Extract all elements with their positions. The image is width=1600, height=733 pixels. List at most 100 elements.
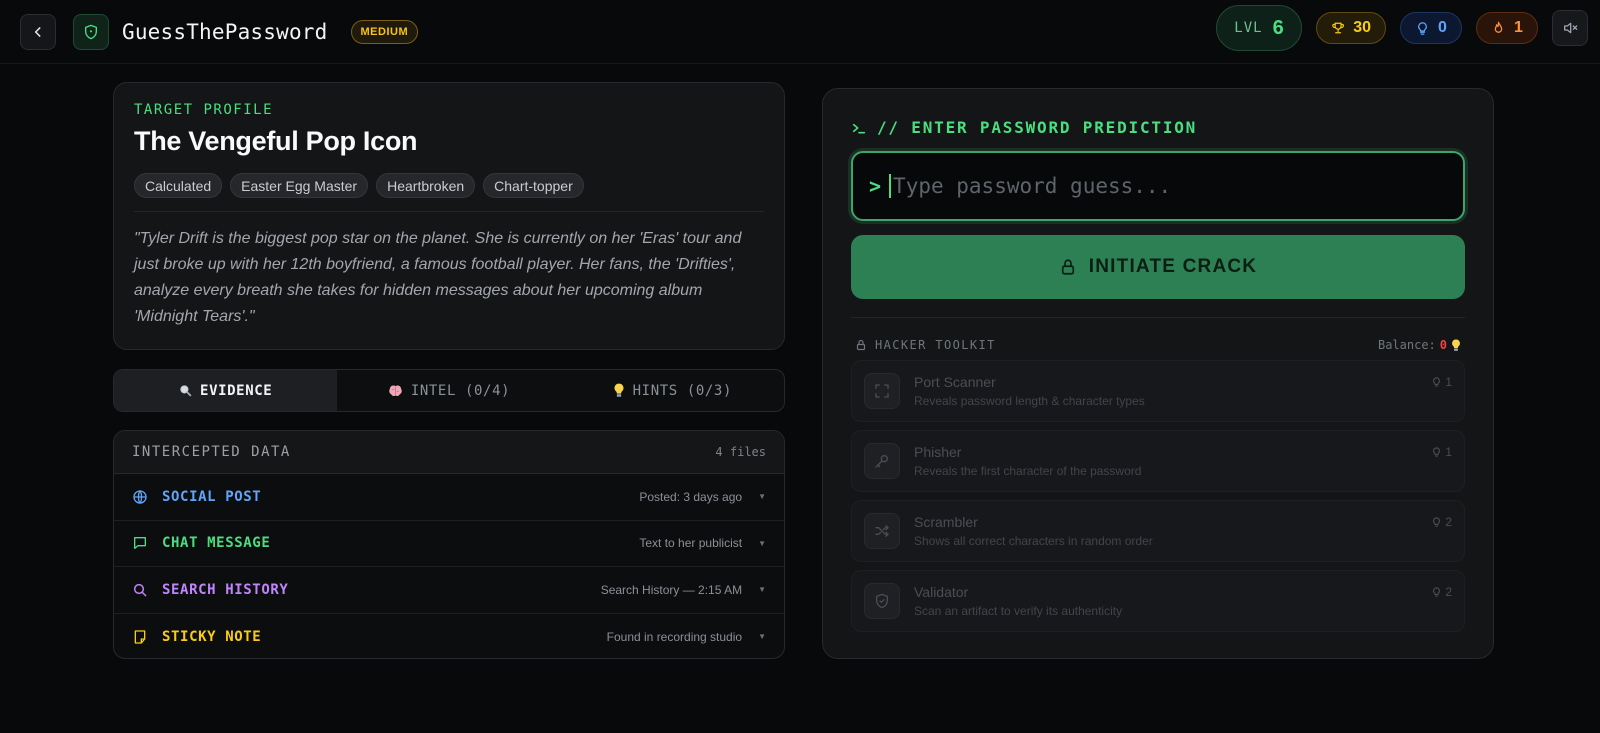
evidence-row-search-history[interactable]: SEARCH HISTORY Search History — 2:15 AM …: [114, 567, 784, 614]
tool-description: Reveals the first character of the passw…: [914, 464, 1142, 478]
tool-port-scanner[interactable]: Port Scanner Reveals password length & c…: [851, 360, 1465, 422]
flame-icon: [1494, 21, 1503, 33]
evidence-meta: Found in recording studio: [606, 629, 743, 644]
toolkit-title-text: HACKER TOOLKIT: [875, 338, 996, 352]
tool-description: Shows all correct characters in random o…: [914, 534, 1153, 548]
password-input-box: >: [851, 151, 1465, 221]
lightbulb-icon: [1433, 376, 1441, 387]
tool-cost: 1: [1432, 445, 1452, 459]
evidence-meta: Search History — 2:15 AM: [600, 582, 743, 597]
input-prompt: >: [869, 174, 882, 198]
tab-label: HINTS (0/3): [632, 382, 732, 399]
evidence-title: STICKY NOTE: [162, 628, 262, 645]
tool-validator[interactable]: Validator Scan an artifact to verify its…: [851, 570, 1465, 632]
tool-cost: 2: [1432, 585, 1452, 599]
note-icon: [132, 629, 148, 645]
lightbulb-icon: [614, 383, 624, 397]
lock-icon: [1061, 259, 1074, 275]
evidence-row-social-post[interactable]: SOCIAL POST Posted: 3 days ago ▼: [114, 474, 784, 521]
profile-tag: Easter Egg Master: [230, 173, 369, 198]
profile-name: The Vengeful Pop Icon: [134, 126, 418, 156]
hint-count: 0: [1400, 12, 1462, 44]
intercepted-data-panel: INTERCEPTED DATA 4 files SOCIAL POST Pos…: [113, 430, 785, 659]
terminal-icon: [852, 123, 866, 133]
toolkit-title: HACKER TOOLKIT: [855, 338, 996, 352]
evidence-row-sticky-note[interactable]: STICKY NOTE Found in recording studio ▼: [114, 614, 784, 659]
profile-tag: Heartbroken: [376, 173, 476, 198]
lightbulb-icon: [1433, 516, 1441, 527]
caret-down-icon: ▼: [758, 492, 766, 502]
profile-kicker: TARGET PROFILE: [134, 102, 274, 118]
trophy-count: 30: [1316, 12, 1386, 44]
back-button[interactable]: [20, 13, 56, 50]
evidence-row-chat-message[interactable]: CHAT MESSAGE Text to her publicist ▼: [114, 521, 784, 567]
evidence-meta: Text to her publicist: [639, 536, 743, 551]
app-logo: [73, 13, 109, 50]
evidence-meta: Posted: 3 days ago: [639, 489, 743, 504]
tab-intel[interactable]: INTEL (0/4): [337, 370, 560, 411]
shield-icon: [85, 24, 97, 39]
panel-title: INTERCEPTED DATA: [132, 444, 291, 460]
crack-title: // ENTER PASSWORD PREDICTION: [851, 118, 1465, 137]
panel-header: INTERCEPTED DATA 4 files: [114, 431, 784, 474]
tab-hints[interactable]: HINTS (0/3): [561, 370, 784, 411]
mute-button[interactable]: [1552, 10, 1588, 46]
tool-scrambler[interactable]: Scrambler Shows all correct characters i…: [851, 500, 1465, 562]
profile-divider: [134, 211, 764, 212]
header-stats: LVL 6 30 0 1: [1216, 5, 1588, 51]
lightbulb-icon: [1433, 446, 1441, 457]
tool-phisher[interactable]: Phisher Reveals the first character of t…: [851, 430, 1465, 492]
lightbulb-icon: [1433, 586, 1441, 597]
chat-icon: [132, 535, 148, 551]
toolkit-header: HACKER TOOLKIT Balance: 0: [851, 338, 1465, 352]
profile-description: "Tyler Drift is the biggest pop star on …: [134, 230, 742, 325]
tab-evidence[interactable]: EVIDENCE: [114, 370, 338, 411]
app-title: GuessThePassword: [122, 19, 328, 44]
streak-count: 1: [1476, 12, 1538, 44]
initiate-crack-button[interactable]: INITIATE CRACK: [851, 235, 1465, 299]
crack-title-text: // ENTER PASSWORD PREDICTION: [877, 118, 1198, 137]
level-value: 6: [1272, 16, 1284, 39]
evidence-title: SOCIAL POST: [162, 488, 262, 505]
tool-cost: 1: [1432, 375, 1452, 389]
lightbulb-icon: [1452, 339, 1460, 351]
tool-description: Reveals password length & character type…: [914, 394, 1145, 408]
hint-value: 0: [1438, 19, 1447, 36]
level-label: LVL: [1234, 20, 1263, 36]
tool-cost-value: 1: [1445, 375, 1452, 389]
divider: [851, 317, 1465, 318]
tab-label: INTEL (0/4): [410, 382, 511, 399]
tool-name: Port Scanner: [914, 374, 996, 390]
evidence-title: CHAT MESSAGE: [162, 535, 271, 552]
evidence-title: SEARCH HISTORY: [162, 581, 289, 598]
shuffle-icon: [864, 513, 900, 549]
tool-cost-value: 1: [1445, 445, 1452, 459]
tool-cost-value: 2: [1445, 585, 1452, 599]
speaker-mute-icon: [1564, 22, 1578, 34]
profile-tags: Calculated Easter Egg Master Heartbroken…: [134, 173, 764, 198]
tool-cost: 2: [1432, 515, 1452, 529]
brain-icon: [389, 385, 402, 396]
toolkit-balance: Balance: 0: [1378, 338, 1461, 352]
target-profile-card: TARGET PROFILE The Vengeful Pop Icon Cal…: [113, 82, 785, 350]
tool-name: Validator: [914, 584, 969, 600]
shield-check-icon: [864, 583, 900, 619]
magnifier-icon: [180, 385, 192, 397]
caret-down-icon: ▼: [758, 632, 766, 642]
tool-description: Scan an artifact to verify its authentic…: [914, 604, 1123, 618]
password-crack-panel: // ENTER PASSWORD PREDICTION > INITIATE …: [822, 88, 1494, 659]
scan-icon: [864, 373, 900, 409]
profile-tag: Calculated: [134, 173, 223, 198]
chevron-left-icon: [34, 26, 41, 37]
trophy-value: 30: [1353, 19, 1371, 36]
lock-icon: [856, 339, 866, 351]
tab-label: EVIDENCE: [200, 382, 273, 399]
difficulty-badge: MEDIUM: [350, 19, 419, 44]
search-icon: [132, 582, 148, 598]
file-count: 4 files: [715, 445, 766, 459]
password-guess-input[interactable]: [889, 174, 1447, 198]
caret-down-icon: ▼: [758, 538, 766, 548]
caret-down-icon: ▼: [758, 585, 766, 595]
profile-tag: Chart-topper: [483, 173, 584, 198]
tool-name: Phisher: [914, 444, 962, 460]
